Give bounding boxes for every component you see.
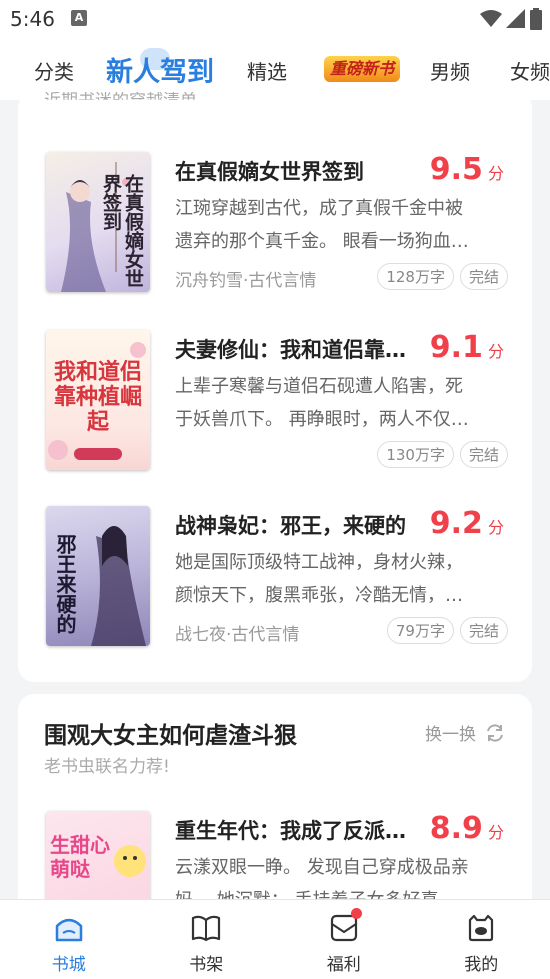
profile-icon — [469, 914, 494, 942]
refresh-button[interactable]: 换一换 — [425, 720, 506, 745]
book-title[interactable]: 夫妻修仙：我和道侣靠… — [175, 334, 430, 364]
category-tabs: 分类 新人驾到 精选 重磅新书 男频 女频 — [0, 38, 550, 100]
book-cover[interactable]: 邪王来硬的 — [46, 506, 150, 646]
wifi-icon — [480, 10, 502, 27]
book-description: 她是国际顶级特工战神，身材火辣， 颜惊天下，腹黑乖张，冷酷无情，… — [175, 552, 463, 606]
book-item[interactable]: 在真假嫡女世界签到 在真假嫡女世界签到 9.5 分 江琬穿越到古代，成了真假千金… — [18, 152, 532, 302]
refresh-icon — [487, 723, 503, 742]
status-tag: 完结 — [459, 617, 508, 644]
signal-icon — [506, 9, 525, 28]
book-icon — [192, 915, 221, 942]
word-count-tag: 130万字 — [377, 441, 454, 468]
nav-label: 福利 — [326, 955, 361, 975]
book-description: 江琬穿越到古代，成了真假千金中被 遗弃的那个真千金。 眼看一场狗血… — [175, 198, 469, 252]
card-subtitle: 近期书迷的穿越清单 — [44, 92, 197, 111]
book-rating: 9.5 分 — [429, 152, 504, 187]
recommend-card: 近期书迷的穿越清单 在真假嫡女世界签到 在真假嫡女世界签到 9.5 分 江琬穿越… — [18, 92, 532, 682]
word-count-tag: 128万字 — [377, 263, 454, 290]
nav-label: 书架 — [189, 955, 224, 975]
cover-title: 我和道侣靠种植崛起 — [53, 360, 142, 435]
nav-label: 书城 — [51, 955, 86, 975]
book-rating: 9.2 分 — [429, 506, 504, 541]
battery-icon — [530, 8, 542, 30]
nav-bookshelf[interactable]: 书架 — [138, 900, 276, 979]
book-cover[interactable]: 在真假嫡女世界签到 — [46, 152, 150, 292]
nav-welfare[interactable]: 福利 — [275, 900, 413, 979]
book-rating: 8.9 分 — [429, 811, 504, 846]
home-icon — [55, 918, 82, 942]
tab-featured[interactable]: 精选 — [247, 56, 287, 85]
book-item[interactable]: 我和道侣靠种植崛起 夫妻修仙：我和道侣靠… 9.1 分 上辈子寒馨与道侣石砚遭人… — [18, 330, 532, 480]
book-cover[interactable]: 我和道侣靠种植崛起 — [46, 330, 150, 470]
book-author-genre: 战七夜·古代言情 — [175, 625, 300, 645]
tab-newcomer[interactable]: 新人驾到 — [106, 50, 214, 89]
nav-bookstore[interactable]: 书城 — [0, 900, 138, 979]
book-title[interactable]: 战神枭妃：邪王，来硬的 — [175, 510, 430, 540]
nav-label: 我的 — [464, 955, 499, 975]
word-count-tag: 79万字 — [386, 617, 454, 644]
tab-male[interactable]: 男频 — [430, 56, 470, 85]
status-icons — [480, 8, 542, 30]
section-subtitle: 老书虫联名力荐! — [44, 757, 170, 777]
book-author-genre: 沉舟钓雪·古代言情 — [175, 271, 317, 291]
tab-category[interactable]: 分类 — [34, 56, 74, 85]
status-notification-icon: A — [71, 10, 87, 26]
cover-title: 邪王来硬的 — [53, 534, 77, 634]
status-tag: 完结 — [459, 263, 508, 290]
nav-profile[interactable]: 我的 — [413, 900, 550, 979]
cover-title: 在真假嫡女世界签到 — [100, 174, 144, 288]
status-tag: 完结 — [459, 441, 508, 468]
book-description: 上辈子寒馨与道侣石砚遭人陷害，死 于妖兽爪下。 再睁眼时，两人不仅… — [175, 376, 469, 430]
refresh-label: 换一换 — [425, 725, 476, 745]
status-time: 5:46 — [10, 7, 55, 31]
book-title[interactable]: 重生年代：我成了反派… — [175, 815, 430, 845]
bottom-nav: 书城 书架 福利 我的 — [0, 899, 550, 979]
tab-female[interactable]: 女频 — [510, 56, 550, 85]
tab-new-books-logo[interactable]: 重磅新书 — [324, 56, 401, 82]
book-item[interactable]: 邪王来硬的 战神枭妃：邪王，来硬的 9.2 分 她是国际顶级特工战神，身材火辣，… — [18, 506, 532, 656]
book-title[interactable]: 在真假嫡女世界签到 — [175, 156, 430, 186]
section-title: 围观大女主如何虐渣斗狠 — [44, 723, 297, 749]
status-bar: 5:46 A — [0, 0, 550, 38]
book-rating: 9.1 分 — [429, 330, 504, 365]
notification-dot — [351, 908, 362, 919]
